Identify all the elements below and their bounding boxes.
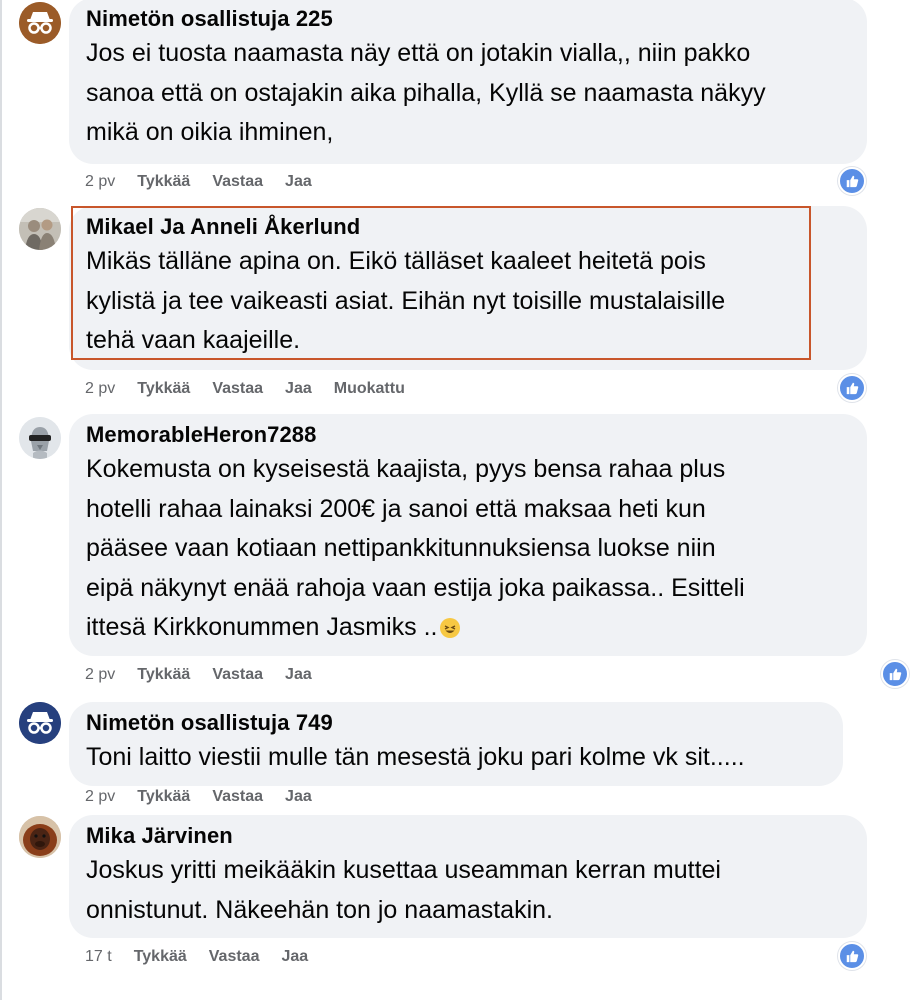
reply-button[interactable]: Vastaa bbox=[209, 947, 260, 967]
laughing-emoji-icon bbox=[439, 618, 460, 639]
comments-page: Nimetön osallistuja 225 Jos ei tuosta na… bbox=[0, 0, 924, 1000]
anonymous-user-icon[interactable] bbox=[19, 702, 61, 744]
comment-text-line: Joskus yritti meikääkin kusettaa useamma… bbox=[86, 856, 721, 884]
orangutan-avatar[interactable] bbox=[19, 816, 61, 858]
comment-text-line-wrap: ittesä Kirkkonummen Jasmiks .. bbox=[86, 608, 851, 648]
comment-author[interactable]: Mika Järvinen bbox=[86, 821, 851, 851]
like-button[interactable]: Tykkää bbox=[137, 787, 190, 807]
comment-text-line: Toni laitto viestii mulle tän mesestä jo… bbox=[86, 743, 745, 771]
profile-photo[interactable] bbox=[19, 208, 61, 250]
reply-button[interactable]: Vastaa bbox=[212, 172, 263, 192]
share-button[interactable]: Jaa bbox=[281, 947, 308, 967]
comment-author[interactable]: MemorableHeron7288 bbox=[86, 420, 851, 450]
comment-author[interactable]: Nimetön osallistuja 225 bbox=[86, 4, 851, 34]
comment-text: Joskus yritti meikääkin kusettaa useamma… bbox=[86, 851, 851, 930]
comment-timestamp[interactable]: 2 pv bbox=[85, 379, 115, 399]
like-button[interactable]: Tykkää bbox=[137, 172, 190, 192]
animal-avatar-icon[interactable] bbox=[19, 417, 61, 459]
anonymous-user-icon[interactable] bbox=[19, 2, 61, 44]
comment-text-line: Jos ei tuosta naamasta näy että on jotak… bbox=[86, 39, 751, 67]
edited-label[interactable]: Muokattu bbox=[334, 379, 405, 399]
comment-text-line: pääsee vaan kotiaan nettipankkitunnuksie… bbox=[86, 534, 716, 562]
comment-actions: 2 pv Tykkää Vastaa Jaa bbox=[85, 787, 334, 807]
comment-text-line: Kokemusta on kyseisestä kaajista, pyys b… bbox=[86, 455, 726, 483]
like-reaction-icon[interactable] bbox=[881, 660, 909, 688]
share-button[interactable]: Jaa bbox=[285, 787, 312, 807]
like-button[interactable]: Tykkää bbox=[137, 379, 190, 399]
like-button[interactable]: Tykkää bbox=[134, 947, 187, 967]
share-button[interactable]: Jaa bbox=[285, 665, 312, 685]
comment-text-line: eipä näkynyt enää rahoja vaan estija jok… bbox=[86, 573, 745, 602]
comment-bubble: Mika Järvinen Joskus yritti meikääkin ku… bbox=[69, 815, 867, 938]
comment-actions: 2 pv Tykkää Vastaa Jaa bbox=[85, 665, 334, 685]
comment-text-line: sanoa että on ostajakin aika pihalla, Ky… bbox=[86, 78, 766, 107]
comment-text: Jos ei tuosta naamasta näy että on jotak… bbox=[86, 34, 851, 153]
comment-bubble: Nimetön osallistuja 749 Toni laitto vies… bbox=[69, 702, 843, 786]
comment-text-line: mikä on oikia ihminen, bbox=[86, 118, 334, 146]
like-button[interactable]: Tykkää bbox=[137, 665, 190, 685]
comment-text: Toni laitto viestii mulle tän mesestä jo… bbox=[86, 738, 827, 778]
reply-button[interactable]: Vastaa bbox=[212, 379, 263, 399]
comment-actions: 2 pv Tykkää Vastaa Jaa bbox=[85, 172, 334, 192]
share-button[interactable]: Jaa bbox=[285, 172, 312, 192]
comment-text-line: hotelli rahaa lainaksi 200€ ja sanoi ett… bbox=[86, 494, 706, 523]
reply-button[interactable]: Vastaa bbox=[212, 787, 263, 807]
comment-timestamp[interactable]: 2 pv bbox=[85, 172, 115, 192]
comment-bubble: Nimetön osallistuja 225 Jos ei tuosta na… bbox=[69, 0, 867, 164]
share-button[interactable]: Jaa bbox=[285, 379, 312, 399]
like-reaction-icon[interactable] bbox=[838, 374, 866, 402]
comment-actions: 2 pv Tykkää Vastaa Jaa Muokattu bbox=[85, 379, 427, 399]
comment-timestamp[interactable]: 2 pv bbox=[85, 665, 115, 685]
comment-timestamp[interactable]: 2 pv bbox=[85, 787, 115, 807]
highlight-annotation bbox=[71, 206, 811, 360]
thread-line bbox=[0, 0, 2, 1000]
comment-author[interactable]: Nimetön osallistuja 749 bbox=[86, 708, 827, 738]
comment-text-line: onnistunut. Näkeehän ton jo naamastakin. bbox=[86, 895, 553, 924]
like-reaction-icon[interactable] bbox=[838, 167, 866, 195]
comment-text: Kokemusta on kyseisestä kaajista, pyys b… bbox=[86, 450, 851, 648]
comment-bubble: MemorableHeron7288 Kokemusta on kyseises… bbox=[69, 414, 867, 656]
comment-timestamp[interactable]: 17 t bbox=[85, 947, 112, 967]
comment-text-line: ittesä Kirkkonummen Jasmiks .. bbox=[86, 613, 438, 641]
like-reaction-icon[interactable] bbox=[838, 942, 866, 970]
reply-button[interactable]: Vastaa bbox=[212, 665, 263, 685]
comment-actions: 17 t Tykkää Vastaa Jaa bbox=[85, 947, 330, 967]
